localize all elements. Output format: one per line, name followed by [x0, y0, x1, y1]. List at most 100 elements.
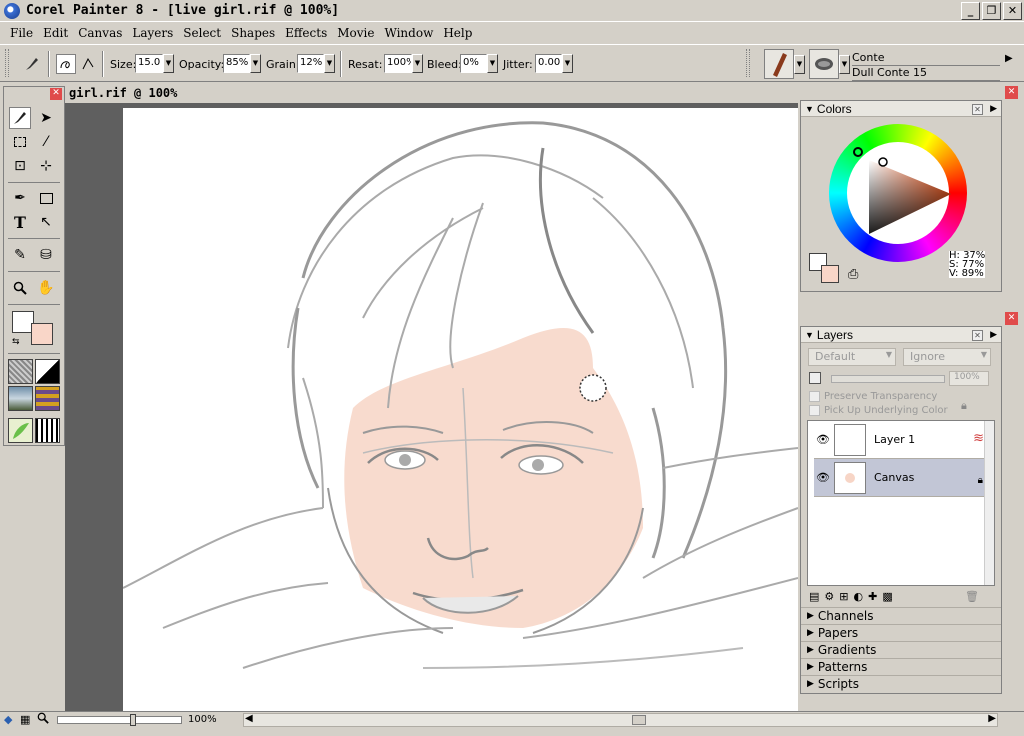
brush-category-dropdown[interactable]: ▼ [794, 55, 805, 74]
weaving-selector[interactable] [35, 386, 60, 411]
trash-icon[interactable]: 🗑︎ [965, 590, 979, 603]
grain-dropdown-button[interactable]: ▼ [324, 54, 335, 73]
layer-row-layer1[interactable]: 👁︎ Layer 1 ≋ [814, 421, 986, 459]
gradient-selector[interactable] [35, 359, 60, 384]
zoom-slider[interactable] [57, 714, 182, 726]
channels-palette-row[interactable]: ▶ Channels [801, 607, 1001, 624]
bleed-field[interactable]: 0% [460, 54, 487, 73]
layer-mask-icon[interactable]: ◐ [854, 590, 864, 603]
saturation-value-triangle[interactable] [829, 124, 967, 262]
patterns-palette-row[interactable]: ▶ Patterns [801, 658, 1001, 675]
brush-variant-icon[interactable] [809, 49, 839, 79]
drawing-canvas[interactable] [122, 108, 798, 711]
composite-depth-select[interactable]: Ignore ▼ [903, 348, 991, 366]
look-selector[interactable] [8, 418, 33, 443]
paint-bucket-button[interactable]: ⛁ [35, 244, 57, 266]
new-layer-icon[interactable]: ✚ [868, 590, 877, 603]
swap-colors-icon[interactable]: ⇆ [12, 337, 20, 347]
globe-icon[interactable]: ◆ [4, 713, 12, 726]
scripts-palette-row[interactable]: ▶ Scripts [801, 675, 1001, 692]
jitter-dropdown-button[interactable]: ▼ [562, 54, 573, 73]
toolbox-close-button[interactable]: ✕ [50, 88, 62, 100]
straight-line-stroke-icon[interactable] [78, 54, 98, 74]
opacity-value-field[interactable]: 100% [949, 371, 989, 386]
opacity-slider[interactable] [831, 375, 945, 383]
colors-secondary-swatch[interactable] [821, 265, 839, 283]
preserve-transparency-checkbox[interactable] [809, 391, 820, 402]
brush-variant-dropdown[interactable]: ▼ [839, 55, 850, 74]
expand-arrow-icon[interactable]: ▶ [1005, 53, 1013, 64]
brush-tool-icon[interactable] [22, 54, 42, 74]
menu-file[interactable]: File [5, 26, 38, 40]
eye-icon[interactable]: 👁︎ [816, 471, 830, 484]
close-button[interactable]: ✕ [1003, 2, 1022, 20]
grain-field[interactable]: 12% [297, 54, 324, 73]
painter-app-icon[interactable] [4, 3, 20, 19]
menu-movie[interactable]: Movie [332, 26, 379, 40]
rect-selection-button[interactable] [9, 131, 31, 153]
resat-field[interactable]: 100% [384, 54, 412, 73]
dynamic-plugin-icon[interactable]: ⚙ [824, 590, 834, 603]
clone-color-stamp-icon[interactable]: ⎙ [848, 267, 858, 282]
hue-ring[interactable] [829, 124, 967, 262]
layers-palette-close-icon[interactable]: ✕ [972, 330, 983, 341]
scroll-right-icon[interactable]: ▶ [988, 713, 996, 724]
layer-row-canvas[interactable]: 👁︎ Canvas 🔒︎ [814, 459, 986, 497]
layer-adjuster-button[interactable]: ➤ [35, 107, 57, 129]
dropper-tool-button[interactable]: ✎ [9, 244, 31, 266]
magnifier-button[interactable] [9, 277, 31, 299]
canvas-area[interactable] [65, 103, 798, 711]
menu-window[interactable]: Window [379, 26, 438, 40]
menu-canvas[interactable]: Canvas [73, 26, 127, 40]
colors-palette-close-icon[interactable]: ✕ [972, 104, 983, 115]
papers-palette-row[interactable]: ▶ Papers [801, 624, 1001, 641]
horizontal-scrollbar[interactable]: ◀ ▶ [243, 713, 998, 727]
lock-icon[interactable]: 🔒︎ [961, 399, 967, 413]
rectangle-shape-button[interactable] [35, 187, 57, 209]
paper-selector[interactable] [8, 359, 33, 384]
collapse-triangle-icon[interactable]: ▼ [805, 330, 814, 340]
menu-shapes[interactable]: Shapes [226, 26, 280, 40]
menu-select[interactable]: Select [178, 26, 226, 40]
layers-palette-header[interactable]: ▼ Layers [801, 327, 1001, 343]
menu-effects[interactable]: Effects [280, 26, 332, 40]
scroll-thumb[interactable] [632, 715, 646, 725]
minimize-button[interactable]: _ [961, 2, 980, 20]
menu-edit[interactable]: Edit [38, 26, 73, 40]
scroll-left-icon[interactable]: ◀ [245, 713, 253, 724]
brush-selector-grip[interactable] [746, 49, 750, 77]
additional-color-swatch[interactable] [31, 323, 53, 345]
gradients-palette-row[interactable]: ▶ Gradients [801, 641, 1001, 658]
brush-selector[interactable]: Conte Dull Conte 15 [852, 51, 1000, 81]
layers-palette-menu-icon[interactable]: ▶ [990, 330, 997, 340]
layers-float-close-button[interactable]: ✕ [1005, 312, 1018, 325]
pattern-selector[interactable] [8, 386, 33, 411]
menu-layers[interactable]: Layers [127, 26, 178, 40]
menu-help[interactable]: Help [438, 26, 477, 40]
nozzle-selector[interactable] [35, 418, 60, 443]
text-tool-button[interactable]: T [9, 211, 31, 233]
brush-tool-button[interactable] [9, 107, 31, 129]
colors-float-close-button[interactable]: ✕ [1005, 86, 1018, 99]
colors-palette-menu-icon[interactable]: ▶ [990, 104, 997, 114]
eye-icon[interactable]: 👁︎ [816, 433, 830, 446]
freehand-stroke-icon[interactable] [56, 54, 76, 74]
selection-adjuster-button[interactable]: ⊹ [35, 155, 57, 177]
composite-method-select[interactable]: Default ▼ [808, 348, 896, 366]
brush-category-icon[interactable] [764, 49, 794, 79]
magnifier-icon[interactable] [37, 712, 49, 727]
opacity-dropdown-button[interactable]: ▼ [250, 54, 261, 73]
resat-dropdown-button[interactable]: ▼ [412, 54, 423, 73]
toolbar-grip[interactable] [5, 49, 9, 77]
pick-up-underlying-checkbox[interactable] [809, 405, 820, 416]
watercolor-icon[interactable]: ▩ [882, 590, 892, 603]
grid-icon[interactable]: ▦ [20, 713, 30, 726]
size-field[interactable]: 15.0 [135, 54, 163, 73]
grabber-button[interactable]: ✋ [35, 277, 57, 299]
restore-button[interactable]: ❐ [982, 2, 1001, 20]
layer-list-scrollbar[interactable] [984, 421, 994, 585]
shape-selection-button[interactable]: ↖ [35, 211, 57, 233]
layer-attributes-icon[interactable]: ▤ [809, 590, 819, 603]
bleed-dropdown-button[interactable]: ▼ [487, 54, 498, 73]
crop-tool-button[interactable]: ⊡ [9, 155, 31, 177]
